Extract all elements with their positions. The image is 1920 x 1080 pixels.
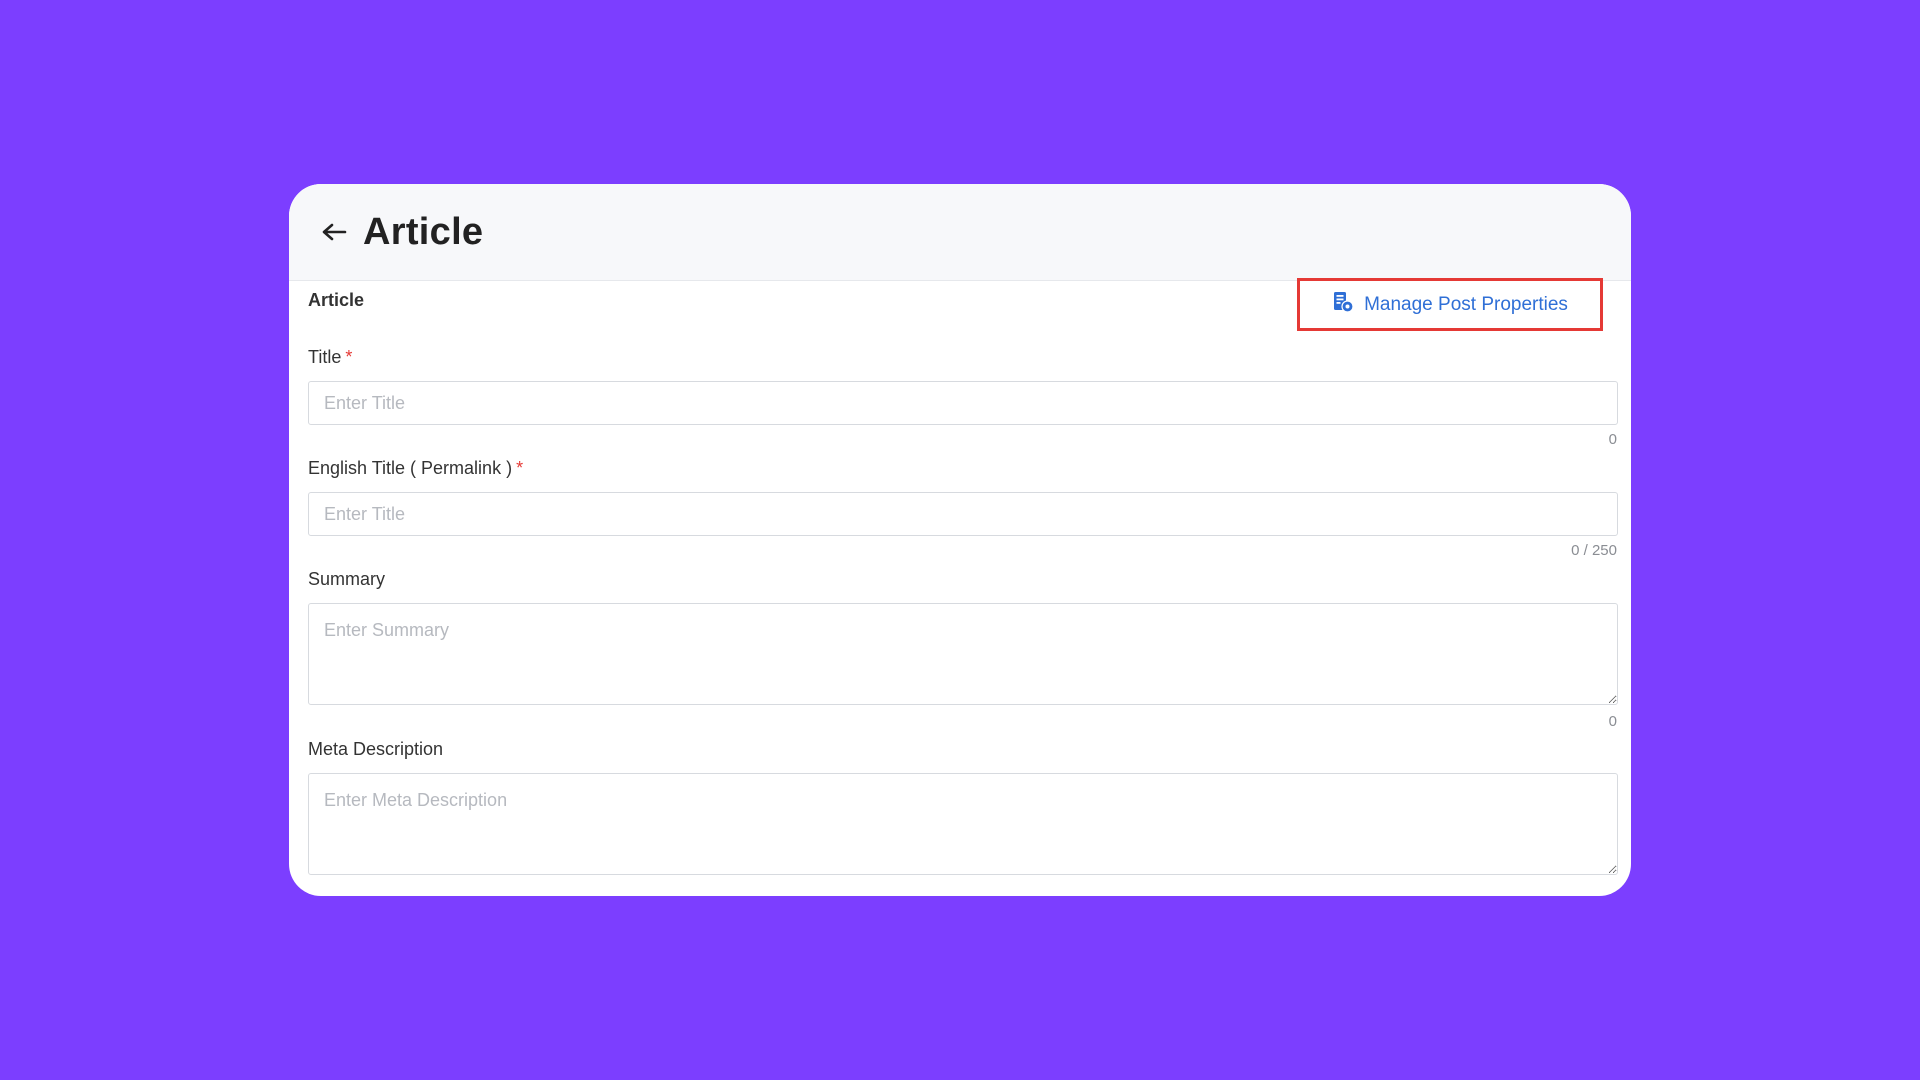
manage-post-properties-label: Manage Post Properties bbox=[1364, 293, 1568, 315]
card-header: Article bbox=[289, 184, 1631, 281]
section-label: Article bbox=[308, 290, 365, 310]
english-title-input[interactable] bbox=[308, 492, 1618, 536]
summary-label: Summary bbox=[308, 569, 386, 589]
required-marker: * bbox=[345, 347, 353, 367]
summary-char-counter: 0 bbox=[1608, 713, 1617, 730]
article-form-card: Article Article Manage Post Properties T… bbox=[289, 184, 1631, 896]
title-char-counter: 0 bbox=[1608, 431, 1617, 448]
english-title-label: English Title ( Permalink ) * bbox=[308, 458, 524, 478]
required-marker: * bbox=[516, 458, 524, 478]
manage-post-properties-button[interactable]: Manage Post Properties bbox=[1297, 278, 1603, 331]
meta-description-label: Meta Description bbox=[308, 739, 444, 759]
summary-textarea[interactable] bbox=[308, 603, 1618, 705]
english-title-char-counter: 0 / 250 bbox=[1571, 542, 1617, 559]
page-title: Article bbox=[363, 210, 484, 253]
document-settings-icon bbox=[1332, 291, 1354, 319]
back-arrow-icon[interactable] bbox=[319, 217, 349, 247]
title-input[interactable] bbox=[308, 381, 1618, 425]
meta-description-textarea[interactable] bbox=[308, 773, 1618, 875]
title-label: Title * bbox=[308, 347, 353, 367]
